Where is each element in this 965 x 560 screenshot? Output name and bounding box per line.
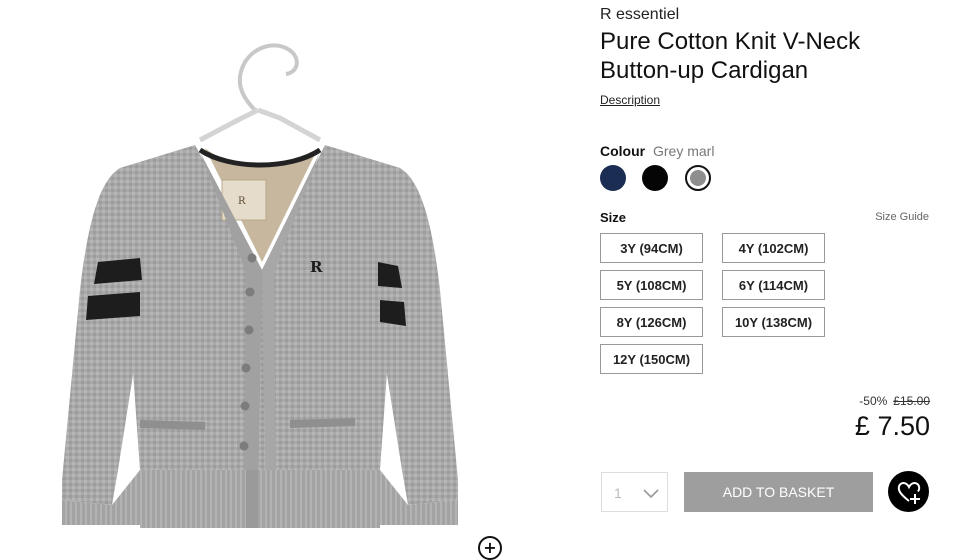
chevron-down-icon: [643, 489, 659, 499]
size-option[interactable]: 4Y (102CM): [722, 233, 825, 263]
svg-text:R: R: [310, 258, 323, 276]
size-guide-link[interactable]: Size Guide: [875, 211, 929, 223]
heart-plus-icon: [897, 481, 920, 504]
size-option[interactable]: 12Y (150CM): [600, 344, 703, 374]
swatch-fill: [690, 170, 706, 186]
discount-info: -50% £15.00: [859, 394, 930, 408]
quantity-value: 1: [614, 485, 622, 501]
colour-label: Colour: [600, 143, 646, 159]
size-option[interactable]: 5Y (108CM): [600, 270, 703, 300]
colour-selector: Colour Grey marl: [600, 143, 714, 159]
current-price: £ 7.50: [854, 411, 930, 441]
zoom-plus-icon[interactable]: +: [478, 536, 502, 560]
size-option[interactable]: 6Y (114CM): [722, 270, 825, 300]
cardigan-illustration: R R: [62, 43, 458, 528]
add-to-basket-button[interactable]: ADD TO BASKET: [684, 472, 873, 512]
product-image[interactable]: R R +: [0, 0, 560, 560]
old-price: £15.00: [893, 394, 930, 408]
description-link[interactable]: Description: [600, 93, 660, 107]
product-title: Pure Cotton Knit V-Neck Button-up Cardig…: [600, 28, 861, 84]
colour-swatch-navy[interactable]: [600, 165, 626, 191]
colour-swatch-grey-marl[interactable]: [685, 165, 711, 191]
size-label: Size: [600, 210, 627, 225]
size-option[interactable]: 8Y (126CM): [600, 307, 703, 337]
size-option[interactable]: 3Y (94CM): [600, 233, 703, 263]
colour-swatch-black[interactable]: [642, 165, 668, 191]
quantity-select[interactable]: 1: [601, 472, 668, 512]
size-option[interactable]: 10Y (138CM): [722, 307, 825, 337]
selected-colour: Grey marl: [653, 143, 715, 159]
discount-percent: -50%: [859, 394, 888, 408]
svg-text:R: R: [238, 196, 246, 207]
brand-name[interactable]: R essentiel: [600, 6, 679, 24]
wishlist-button[interactable]: [888, 471, 929, 512]
